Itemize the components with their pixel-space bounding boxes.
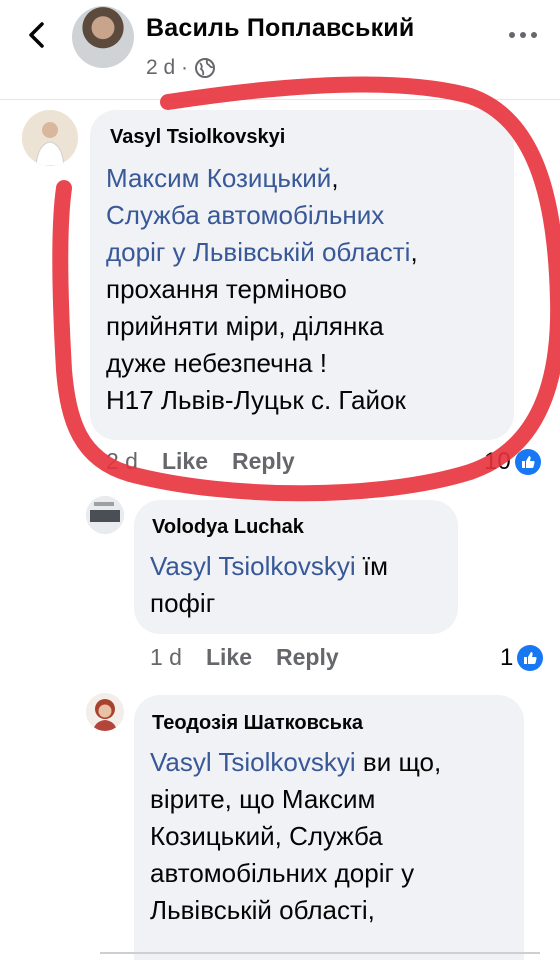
reaction-count[interactable]: 10 bbox=[484, 448, 541, 476]
mention-link[interactable]: Максим Козицький bbox=[106, 163, 331, 193]
like-button[interactable]: Like bbox=[206, 644, 252, 671]
author-avatar[interactable] bbox=[72, 6, 134, 68]
post-author-name[interactable]: Василь Поплавський bbox=[146, 14, 414, 43]
reply-button[interactable]: Reply bbox=[232, 448, 295, 475]
comment-author[interactable]: Vasyl Tsiolkovskyi bbox=[110, 126, 285, 149]
commenter-avatar[interactable] bbox=[86, 693, 124, 731]
comment-line: прийняти міри, ділянка bbox=[106, 311, 384, 341]
comment-time[interactable]: 2 d bbox=[106, 448, 138, 475]
comment-author[interactable]: Теодозія Шатковська bbox=[152, 712, 363, 735]
reply-button[interactable]: Reply bbox=[276, 644, 339, 671]
photo-icon bbox=[86, 496, 124, 534]
comment-line: пофіг bbox=[150, 588, 216, 618]
reaction-count[interactable]: 1 bbox=[500, 644, 544, 672]
divider bbox=[100, 952, 540, 954]
mention-link[interactable]: Vasyl Tsiolkovskyi bbox=[150, 551, 356, 581]
comment-time[interactable]: 1 d bbox=[150, 644, 182, 671]
comment-line: Львівській області, bbox=[150, 895, 375, 925]
comment-line: доріг у Львівській області, bbox=[106, 237, 418, 267]
commenter-avatar[interactable] bbox=[86, 496, 124, 534]
comment-line: Н17 Львів-Луцьк с. Гайок bbox=[106, 385, 406, 415]
comment-actions: 2 d Like Reply bbox=[106, 448, 295, 475]
globe-icon bbox=[195, 58, 216, 78]
comment-line: прохання терміново bbox=[106, 274, 347, 304]
post-meta: 2 d · bbox=[146, 56, 216, 80]
person-icon bbox=[22, 110, 78, 166]
comment-text: Максим Козицький, Служба автомобільних д… bbox=[106, 160, 418, 419]
comment-line: автомобільних доріг у bbox=[150, 858, 415, 888]
person-icon bbox=[86, 693, 124, 731]
comment-line: Vasyl Tsiolkovskyi ви що, bbox=[150, 747, 442, 777]
thumbs-up-icon bbox=[514, 449, 541, 475]
comment-actions: 1 d Like Reply bbox=[150, 644, 339, 671]
thumbs-up-icon bbox=[517, 645, 544, 671]
comment-text: Vasyl Tsiolkovskyi ви що, вірите, що Мак… bbox=[150, 744, 441, 929]
comment-line: Козицький, Служба bbox=[150, 821, 383, 851]
comment-text: Vasyl Tsiolkovskyi їм пофіг bbox=[150, 548, 388, 622]
mention-link[interactable]: Служба автомобільних bbox=[106, 200, 384, 230]
comment-line: Максим Козицький, bbox=[106, 163, 339, 193]
mention-link[interactable]: Vasyl Tsiolkovskyi bbox=[150, 747, 356, 777]
commenter-avatar[interactable] bbox=[22, 110, 78, 166]
post-header: Василь Поплавський 2 d · bbox=[0, 0, 560, 100]
chevron-left-icon[interactable] bbox=[22, 20, 52, 50]
comment-line: Служба автомобільних bbox=[106, 197, 418, 234]
comment-author[interactable]: Volodya Luchak bbox=[152, 516, 304, 539]
comment-line: вірите, що Максим bbox=[150, 784, 376, 814]
comment-line: дуже небезпечна ! bbox=[106, 348, 327, 378]
more-horizontal-icon[interactable] bbox=[508, 30, 538, 40]
post-time[interactable]: 2 d · bbox=[146, 56, 188, 80]
comment-line: Vasyl Tsiolkovskyi їм bbox=[150, 551, 388, 581]
mention-link[interactable]: доріг у Львівській області bbox=[106, 237, 410, 267]
like-button[interactable]: Like bbox=[162, 448, 208, 475]
